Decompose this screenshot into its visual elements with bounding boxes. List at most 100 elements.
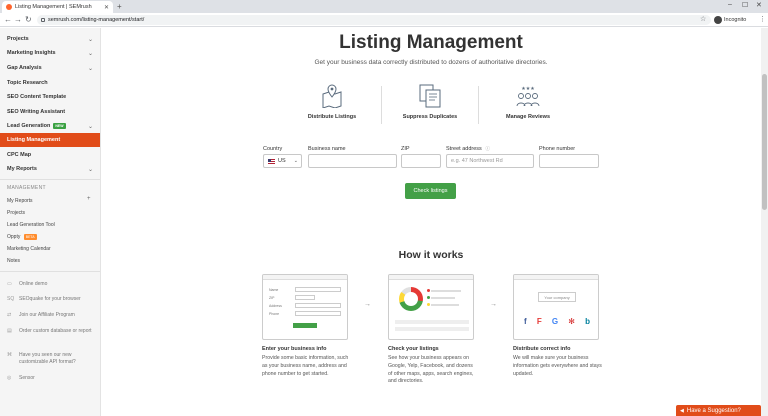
reload-icon[interactable]: ↻	[25, 15, 32, 24]
incognito-icon	[714, 16, 722, 24]
utility-label: Order custom database or report	[19, 328, 92, 334]
sidebar-divider	[0, 271, 100, 272]
street-address-label-text: Street address	[446, 146, 482, 152]
sidebar-item-listing-management[interactable]: Listing Management	[0, 133, 100, 147]
seoquake-icon: SQ	[7, 296, 15, 302]
sidebar: Projects ⌄ Marketing Insights ⌄ Gap Anal…	[0, 28, 101, 416]
add-report-icon[interactable]: +	[87, 196, 91, 202]
phone-number-field[interactable]	[539, 154, 599, 168]
feature-distribute-listings: Distribute Listings	[287, 84, 377, 120]
url-field[interactable]: semrush.com/listing-management/start/	[37, 15, 711, 25]
sidebar-item-projects[interactable]: Projects ⌄	[0, 32, 100, 46]
illustration-button	[293, 323, 317, 328]
close-window-icon[interactable]: ✕	[756, 1, 762, 9]
your-company-box: Your company	[538, 292, 576, 302]
chevron-down-icon: ⌄	[87, 65, 93, 72]
sidebar-item-marketing-insights[interactable]: Marketing Insights ⌄	[0, 46, 100, 60]
foursquare-icon: F	[536, 317, 542, 326]
new-badge: NEW	[53, 123, 66, 129]
sidebar-item-label: Projects	[7, 36, 29, 42]
database-icon: ▤	[7, 328, 12, 334]
arrow-right-icon: →	[364, 301, 371, 308]
page-scrollbar[interactable]	[761, 28, 768, 416]
sidebar-item-my-reports[interactable]: My Reports ⌄	[0, 162, 100, 176]
sidebar-item-gap-analysis[interactable]: Gap Analysis ⌄	[0, 61, 100, 75]
street-address-label: Street address ⓘ	[446, 146, 490, 152]
illustration-field-label: Phone	[269, 312, 280, 316]
scrollbar-thumb[interactable]	[762, 74, 767, 210]
directory-logos: f F G ✻ b	[524, 317, 590, 326]
utility-link-api-format[interactable]: ⌘ Have you seen our new customizable API…	[7, 352, 95, 366]
management-link-my-reports[interactable]: My Reports	[7, 198, 33, 204]
management-link-projects[interactable]: Projects	[7, 210, 25, 216]
feature-divider	[381, 86, 382, 124]
bookmark-star-icon[interactable]: ☆	[700, 15, 706, 23]
incognito-indicator[interactable]: Incognito	[714, 15, 746, 25]
page-title: Listing Management	[339, 32, 523, 53]
check-listings-button[interactable]: Check listings	[405, 183, 456, 199]
browser-menu-icon[interactable]: ⋮	[759, 15, 766, 23]
illustration-field	[295, 311, 341, 316]
utility-label: Sensor	[19, 375, 35, 381]
zip-field[interactable]	[401, 154, 441, 168]
close-tab-icon[interactable]: ✕	[104, 4, 109, 11]
illustration-field-label: Address	[269, 304, 282, 308]
utility-link-online-demo[interactable]: ▭ Online demo	[7, 281, 95, 287]
management-heading: MANAGEMENT	[7, 185, 46, 191]
minimize-icon[interactable]: –	[728, 1, 732, 8]
chevron-down-icon: ⌄	[87, 123, 93, 130]
business-name-label: Business name	[308, 146, 346, 152]
step-title: Distribute correct info	[513, 346, 571, 352]
management-link-notes[interactable]: Notes	[7, 258, 20, 264]
business-name-field[interactable]	[308, 154, 397, 168]
illustration-line	[395, 320, 469, 324]
management-link-marketing-calendar[interactable]: Marketing Calendar	[7, 246, 51, 252]
back-icon[interactable]: ←	[4, 15, 12, 24]
street-address-field[interactable]: e.g. 47 Northwest Rd	[446, 154, 534, 168]
monitor-icon: ▭	[7, 281, 12, 287]
semrush-favicon-icon	[6, 4, 12, 10]
utility-link-sensor[interactable]: ◎ Sensor	[7, 375, 95, 381]
sidebar-item-label: SEO Content Template	[7, 94, 67, 100]
sidebar-item-lead-generation[interactable]: Lead Generation NEW ⌄	[0, 119, 100, 133]
chevron-down-icon: ⌄	[87, 36, 93, 43]
step-description: Provide some basic information, such as …	[262, 355, 349, 377]
forward-icon[interactable]: →	[14, 15, 22, 24]
country-select[interactable]: US ⌄	[263, 154, 302, 168]
tab-title: Listing Management | SEMrush	[15, 4, 92, 10]
management-link-lead-generation-tool[interactable]: Lead Generation Tool	[7, 222, 55, 228]
bing-icon: b	[585, 317, 590, 326]
illustration-line	[431, 304, 459, 306]
feature-label: Suppress Duplicates	[402, 114, 458, 120]
sidebar-item-seo-writing-assistant[interactable]: SEO Writing Assistant	[0, 105, 100, 119]
sidebar-divider	[0, 179, 100, 180]
sidebar-item-label: Listing Management	[7, 137, 61, 143]
sidebar-item-label: SEO Writing Assistant	[7, 109, 66, 115]
google-icon: G	[551, 317, 559, 326]
lock-icon	[41, 18, 45, 22]
illustration-field-label: Name	[269, 288, 279, 292]
status-dot	[427, 303, 430, 306]
donut-chart-icon	[399, 287, 423, 311]
new-tab-icon[interactable]: +	[117, 2, 122, 11]
browser-tab[interactable]: Listing Management | SEMrush ✕	[2, 1, 113, 13]
sidebar-item-cpc-map[interactable]: CPC Map	[0, 148, 100, 162]
info-icon[interactable]: ⓘ	[485, 146, 490, 151]
management-link-oppty[interactable]: Oppty BETA	[7, 234, 37, 240]
utility-link-affiliate[interactable]: ⇄ Join our Affiliate Program	[7, 312, 95, 318]
sidebar-item-seo-content-template[interactable]: SEO Content Template	[0, 90, 100, 104]
step-illustration-check-listings	[388, 274, 474, 340]
utility-link-seoquake[interactable]: SQ SEOquake for your browser	[7, 296, 95, 302]
illustration-field	[295, 295, 315, 300]
sidebar-item-topic-research[interactable]: Topic Research	[0, 76, 100, 90]
country-label: Country	[263, 146, 283, 152]
illustration-field	[295, 287, 341, 292]
suggestion-button[interactable]: ◀ Have a Suggestion?	[676, 405, 761, 416]
maximize-icon[interactable]: ☐	[742, 1, 748, 9]
affiliate-icon: ⇄	[7, 312, 12, 318]
reviews-people-icon: ★★★	[516, 86, 540, 107]
utility-link-order-custom-database[interactable]: ▤ Order custom database or report	[7, 328, 95, 335]
map-pin-icon	[322, 84, 342, 108]
step-description: See how your business appears on Google,…	[388, 355, 474, 385]
step-illustration-distribute: Your company f F G ✻ b	[513, 274, 599, 340]
